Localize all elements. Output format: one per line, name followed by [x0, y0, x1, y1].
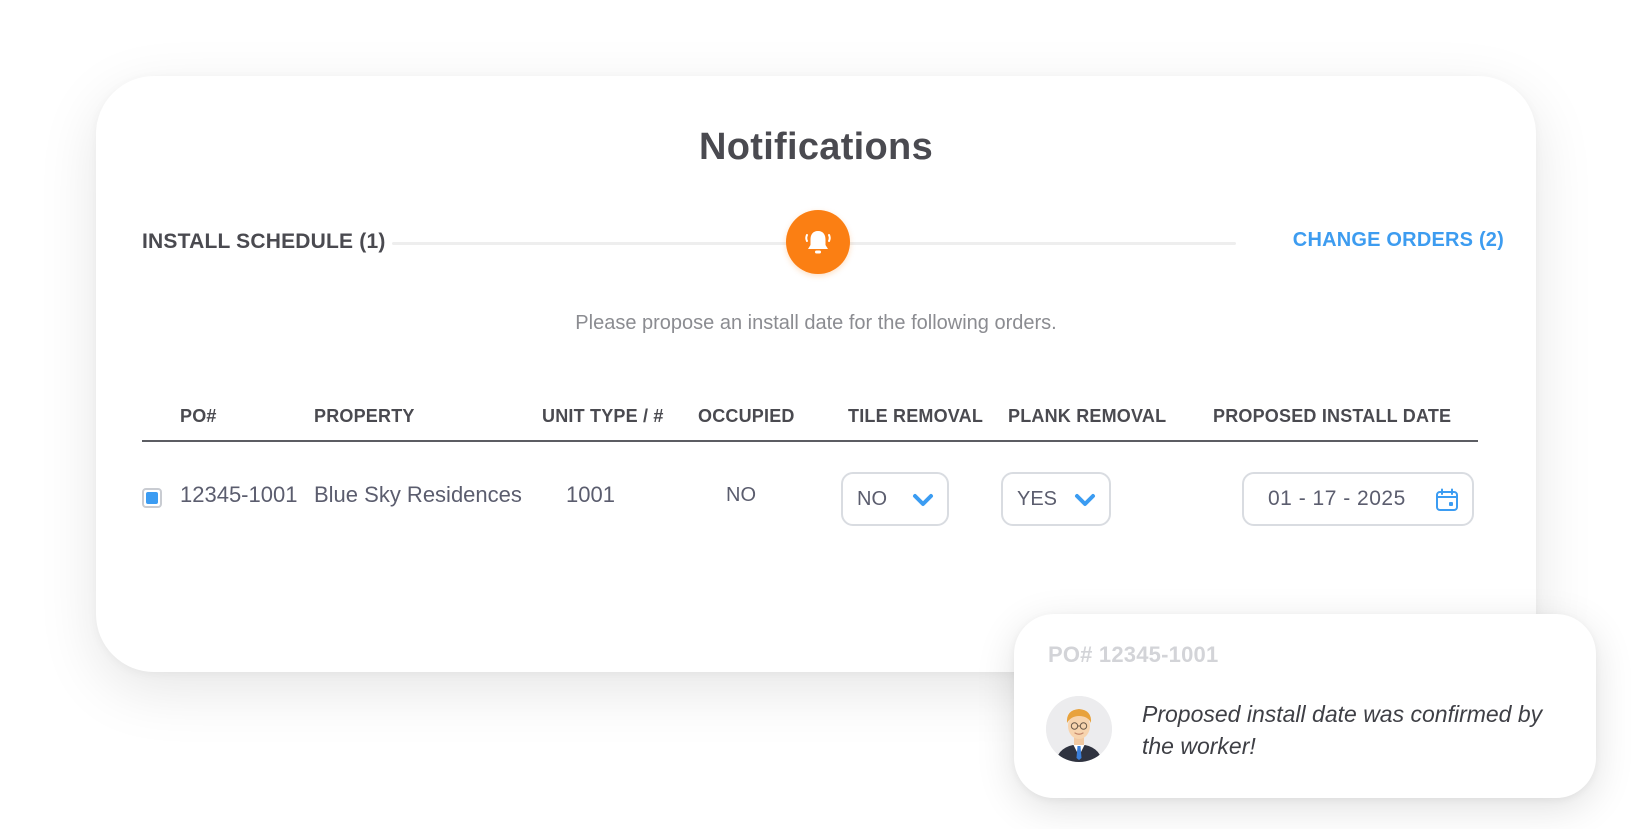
- header-occupied: OCCUPIED: [698, 406, 795, 426]
- checkbox-check-mark: [146, 492, 158, 504]
- confirmation-toast: PO# 12345-1001 Proposed install date was…: [1014, 614, 1596, 798]
- worker-avatar: [1046, 696, 1112, 762]
- cell-unit: 1001: [566, 482, 615, 507]
- bell-ringing-icon: [805, 231, 831, 254]
- cell-po: 12345-1001: [180, 482, 298, 507]
- toast-title: PO# 12345-1001: [1048, 642, 1219, 667]
- tab-change-orders[interactable]: CHANGE ORDERS (2): [1293, 229, 1504, 252]
- calendar-icon[interactable]: [1434, 487, 1460, 513]
- cell-occupied: NO: [726, 484, 756, 506]
- row-checkbox[interactable]: [142, 488, 162, 508]
- stage: Notifications INSTALL SCHEDULE (1) CHANG…: [0, 0, 1632, 829]
- worker-avatar-icon: [1046, 696, 1112, 762]
- header-unit: UNIT TYPE / #: [542, 406, 664, 426]
- cell-property: Blue Sky Residences: [314, 482, 522, 507]
- notification-tabs: INSTALL SCHEDULE (1) CHANGE ORDERS (2): [142, 210, 1504, 274]
- chevron-down-icon: [1075, 494, 1095, 506]
- tile-removal-select[interactable]: NO: [841, 472, 949, 526]
- plank-removal-value: YES: [1017, 487, 1058, 510]
- bell-badge: [786, 210, 850, 274]
- table-header: PO# PROPERTY UNIT TYPE / # OCCUPIED TILE…: [142, 406, 1478, 442]
- tab-install-schedule[interactable]: INSTALL SCHEDULE (1): [142, 230, 386, 254]
- plank-removal-select[interactable]: YES: [1001, 472, 1111, 526]
- header-proposed-install-date: PROPOSED INSTALL DATE: [1213, 406, 1452, 426]
- toast-message: Proposed install date was confirmed by t…: [1142, 701, 1543, 759]
- header-po: PO#: [180, 406, 217, 426]
- chevron-down-icon: [913, 494, 933, 506]
- tile-removal-value: NO: [857, 487, 887, 510]
- header-property: PROPERTY: [314, 406, 415, 426]
- notifications-card: Notifications INSTALL SCHEDULE (1) CHANG…: [96, 76, 1536, 672]
- proposed-install-date-input[interactable]: 01 - 17 - 2025: [1242, 472, 1474, 526]
- install-date-value: 01 - 17 - 2025: [1268, 487, 1406, 510]
- instructions-text: Please propose an install date for the f…: [575, 312, 1057, 334]
- header-tile-removal: TILE REMOVAL: [848, 406, 984, 426]
- table-row: 12345-1001 Blue Sky Residences 1001 NO N…: [142, 442, 1478, 538]
- orders-table: PO# PROPERTY UNIT TYPE / # OCCUPIED TILE…: [142, 406, 1478, 538]
- page-title: Notifications: [698, 126, 933, 168]
- header-plank-removal: PLANK REMOVAL: [1008, 406, 1167, 426]
